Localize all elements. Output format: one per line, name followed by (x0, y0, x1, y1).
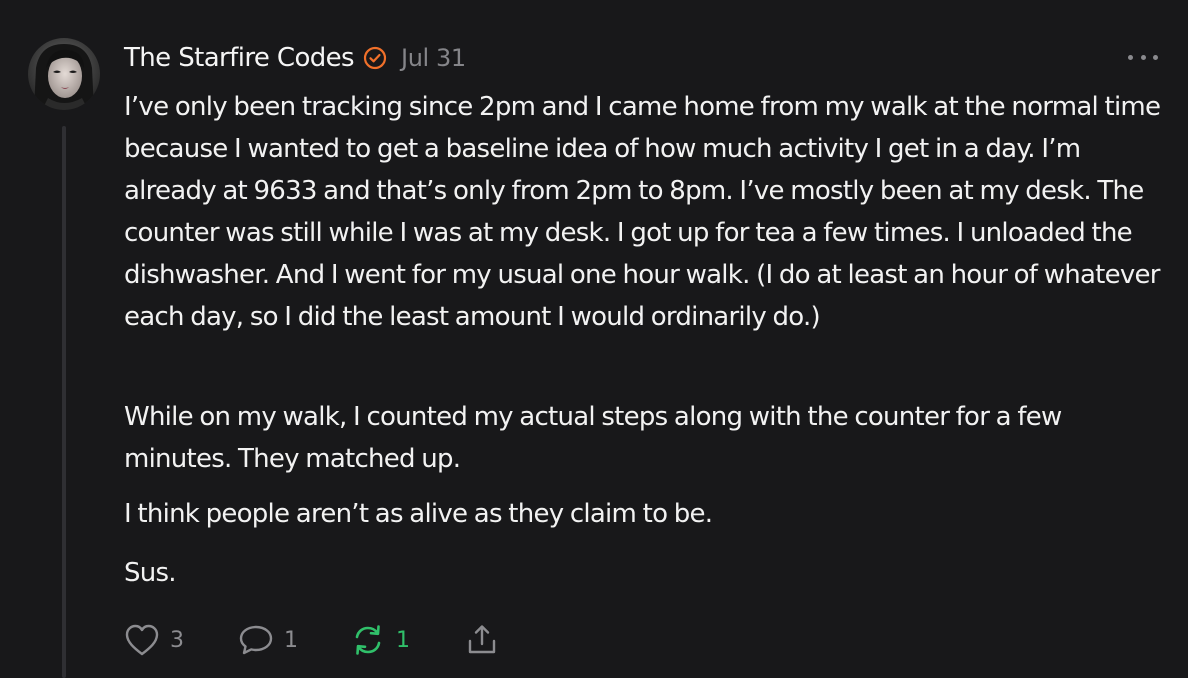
restack-count: 1 (396, 627, 410, 653)
verified-check-icon (363, 46, 387, 70)
note-paragraph: I think people aren’t as alive as they c… (124, 499, 713, 529)
comment-count: 1 (284, 627, 298, 653)
share-upload-icon (468, 625, 496, 654)
note-paragraph: Sus. (124, 558, 177, 588)
avatar[interactable] (28, 38, 100, 110)
post-date[interactable]: Jul 31 (401, 44, 466, 72)
more-dot (1153, 54, 1158, 60)
comment-button[interactable]: 1 (238, 623, 350, 657)
action-bar: 3 1 1 (124, 620, 500, 660)
avatar-image (28, 38, 100, 110)
author-name[interactable]: The Starfire Codes (124, 43, 355, 73)
note-post: The Starfire Codes Jul 31 I’ve only been… (0, 0, 1188, 678)
restack-arrows-icon (355, 625, 381, 655)
note-header: The Starfire Codes Jul 31 (124, 38, 466, 78)
more-horizontal-icon[interactable] (1128, 50, 1158, 64)
thread-line (62, 126, 66, 678)
like-button[interactable]: 3 (124, 623, 238, 657)
share-button[interactable] (464, 623, 500, 657)
more-dot (1140, 54, 1146, 60)
speech-bubble-icon (239, 625, 273, 655)
restack-button[interactable]: 1 (350, 623, 464, 657)
note-paragraph: While on my walk, I counted my actual st… (124, 402, 1062, 474)
like-count: 3 (170, 627, 184, 653)
more-dot (1128, 54, 1133, 60)
note-paragraph: I’ve only been tracking since 2pm and I … (124, 92, 1161, 332)
heart-icon (125, 624, 159, 656)
